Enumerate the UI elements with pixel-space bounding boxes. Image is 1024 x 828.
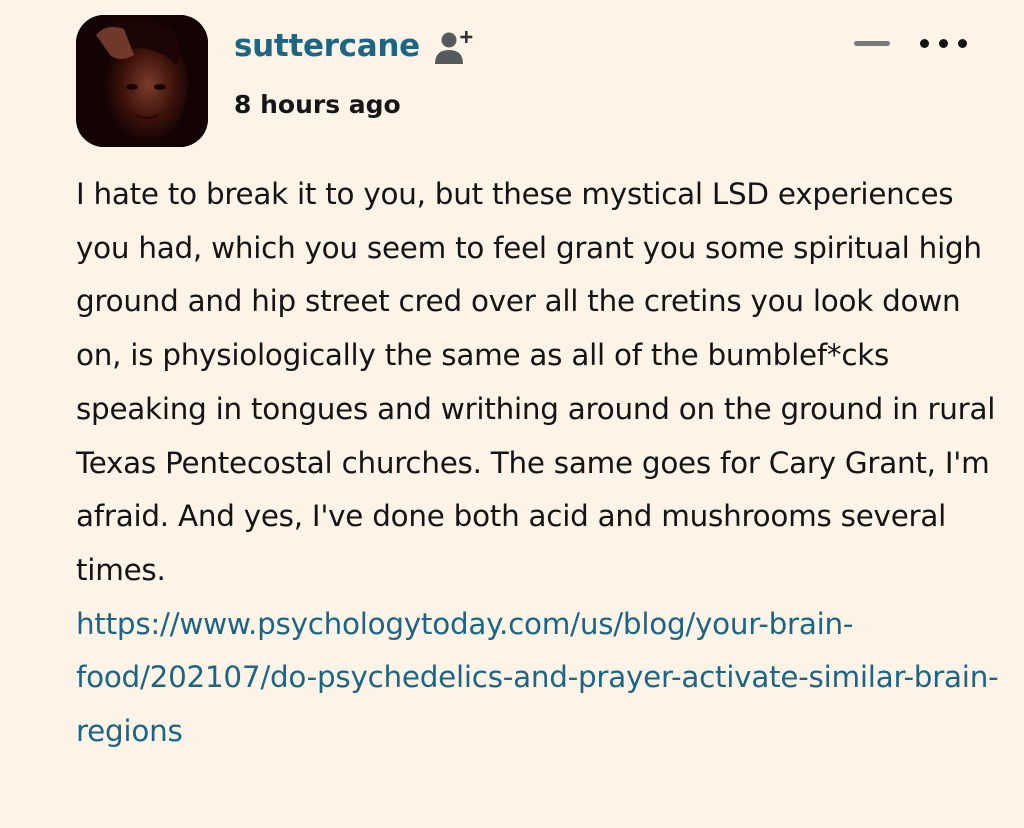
timestamp: 8 hours ago	[234, 90, 401, 119]
comment-body: I hate to break it to you, but these mys…	[76, 168, 1011, 759]
avatar[interactable]	[76, 15, 208, 147]
dot	[958, 39, 967, 48]
username-link[interactable]: suttercane	[234, 28, 420, 64]
add-user-icon[interactable]	[432, 28, 476, 68]
minus-icon[interactable]	[852, 30, 892, 56]
comment-card: suttercane 8 hours ago I hate to break i…	[0, 0, 1024, 828]
more-dots-icon[interactable]	[916, 30, 972, 56]
article-link[interactable]: https://www.psychologytoday.com/us/blog/…	[76, 598, 1011, 759]
collapse-bar	[854, 41, 890, 46]
avatar-image	[76, 15, 208, 147]
comment-text: I hate to break it to you, but these mys…	[76, 177, 996, 587]
dot	[920, 39, 929, 48]
dot	[939, 39, 948, 48]
